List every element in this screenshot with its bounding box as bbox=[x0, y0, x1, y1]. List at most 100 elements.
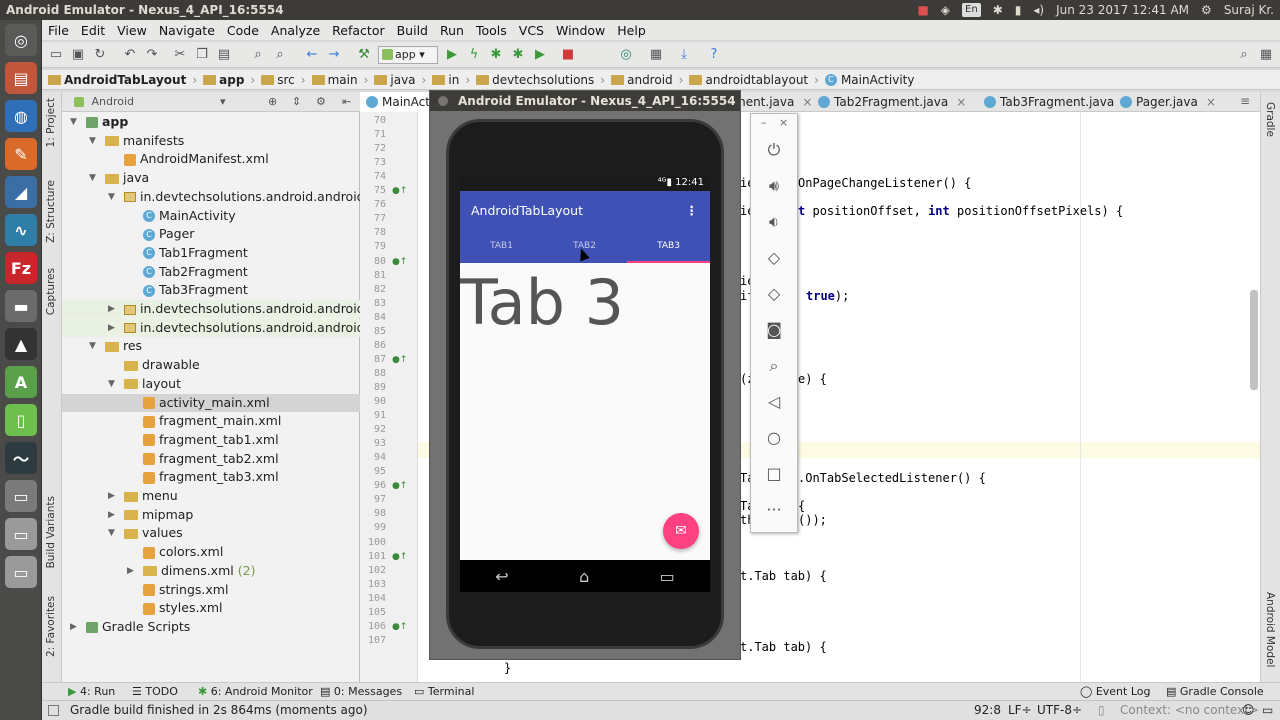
line-number[interactable]: 102 bbox=[360, 564, 386, 578]
attach-debugger-icon[interactable]: ✱ bbox=[510, 47, 526, 63]
line-number[interactable]: 97 bbox=[360, 493, 386, 507]
run-tool-tab[interactable]: ▶ 4: Run bbox=[68, 683, 115, 700]
status-message[interactable]: Gradle build finished in 2s 864ms (momen… bbox=[70, 701, 368, 720]
tree-item[interactable]: ▶ in.devtechsolutions.android.androidtabl bbox=[62, 300, 360, 318]
line-number[interactable]: 92 bbox=[360, 423, 386, 437]
line-number[interactable]: 106 bbox=[360, 620, 386, 634]
line-number[interactable]: 104 bbox=[360, 592, 386, 606]
volume-up-icon[interactable]: 🔊︎ bbox=[751, 176, 797, 196]
line-number[interactable]: 95 bbox=[360, 465, 386, 479]
project-view-selector[interactable]: Android bbox=[92, 95, 135, 108]
sdk-manager-icon[interactable]: ⤓ bbox=[676, 47, 692, 63]
undo-icon[interactable]: ↶ bbox=[122, 47, 138, 63]
breadcrumb-project[interactable]: AndroidTabLayout bbox=[48, 73, 186, 87]
system-monitor-icon[interactable]: 〜 bbox=[5, 442, 37, 474]
search-everywhere-icon[interactable]: ⌕ bbox=[1236, 47, 1252, 63]
rotate-right-icon[interactable]: ◇ bbox=[751, 284, 797, 303]
back-icon[interactable]: ◁ bbox=[751, 392, 797, 411]
tree-item[interactable]: ▶ menu bbox=[62, 487, 360, 505]
override-marker-icon[interactable]: ●↑ bbox=[392, 184, 407, 198]
line-number[interactable]: 91 bbox=[360, 409, 386, 423]
drive-icon-b[interactable]: ▭ bbox=[5, 556, 37, 588]
expand-arrow-icon[interactable]: ▼ bbox=[89, 132, 99, 150]
tab-tab3fragment[interactable]: Tab3Fragment.java× bbox=[978, 92, 1132, 112]
run-icon[interactable]: ▶ bbox=[444, 47, 460, 63]
collapse-arrow-icon[interactable]: ▶ bbox=[108, 487, 118, 505]
menu-refactor[interactable]: Refactor bbox=[326, 23, 390, 38]
close-window-icon[interactable] bbox=[438, 96, 448, 106]
line-number[interactable]: 87 bbox=[360, 353, 386, 367]
debug-icon[interactable]: ✱ bbox=[488, 47, 504, 63]
apply-changes-icon[interactable]: ϟ bbox=[466, 47, 482, 63]
ubuntu-dash-icon[interactable]: ◎ bbox=[5, 24, 37, 56]
context-indicator[interactable]: Context: <no context> bbox=[1120, 701, 1259, 720]
menu-window[interactable]: Window bbox=[550, 23, 611, 38]
tree-item[interactable]: styles.xml bbox=[62, 599, 360, 617]
tools-icon[interactable]: ✎ bbox=[5, 138, 37, 170]
run-config-dropdown[interactable]: app ▾ bbox=[378, 46, 438, 64]
line-number[interactable]: 71 bbox=[360, 128, 386, 142]
tree-item[interactable]: fragment_main.xml bbox=[62, 412, 360, 430]
collapse-arrow-icon[interactable]: ▶ bbox=[70, 618, 80, 636]
line-number[interactable]: 74 bbox=[360, 170, 386, 184]
minimize-icon[interactable]: – bbox=[761, 116, 767, 129]
redo-icon[interactable]: ↷ bbox=[144, 47, 160, 63]
android-studio-icon[interactable]: ◢ bbox=[5, 176, 37, 208]
forward-icon[interactable]: → bbox=[326, 47, 342, 63]
help-icon[interactable]: ? bbox=[706, 47, 722, 63]
line-number[interactable]: 99 bbox=[360, 521, 386, 535]
find-icon[interactable]: ⌕ bbox=[250, 47, 266, 63]
expand-arrow-icon[interactable]: ▼ bbox=[108, 188, 118, 206]
collapse-arrow-icon[interactable]: ▶ bbox=[108, 300, 118, 318]
language-indicator[interactable]: En bbox=[962, 3, 981, 17]
android-monitor-tool-tab[interactable]: ✱ 6: Android Monitor bbox=[198, 683, 313, 700]
line-number[interactable]: 94 bbox=[360, 451, 386, 465]
tree-item[interactable]: ▼ app bbox=[62, 113, 360, 131]
line-number[interactable]: 105 bbox=[360, 606, 386, 620]
android-icon[interactable]: A bbox=[5, 366, 37, 398]
line-number[interactable]: 96 bbox=[360, 479, 386, 493]
breadcrumb-android[interactable]: android bbox=[611, 73, 673, 87]
tree-item[interactable]: fragment_tab3.xml bbox=[62, 468, 360, 486]
line-number[interactable]: 86 bbox=[360, 339, 386, 353]
build-variants-tool-tab[interactable]: Build Variants bbox=[45, 496, 57, 568]
menu-tools[interactable]: Tools bbox=[470, 23, 513, 38]
editor-scrollbar-thumb[interactable] bbox=[1250, 290, 1258, 390]
emulator-window[interactable]: Android Emulator - Nexus_4_API_16:5554 ⁴… bbox=[429, 90, 741, 660]
messages-tool-tab[interactable]: ▤ 0: Messages bbox=[320, 683, 402, 700]
lock-icon[interactable]: ▯ bbox=[1098, 701, 1105, 720]
collapse-arrow-icon[interactable]: ▶ bbox=[127, 562, 137, 580]
home-key-icon[interactable]: ⌂ bbox=[579, 567, 589, 586]
tree-item[interactable]: C Pager bbox=[62, 225, 360, 243]
tree-item[interactable]: ▶ in.devtechsolutions.android.androidtabl bbox=[62, 318, 360, 337]
line-number[interactable]: 90 bbox=[360, 395, 386, 409]
hide-panel-icon[interactable]: ⇤ bbox=[342, 92, 351, 112]
project-tool-tab[interactable]: 1: Project bbox=[45, 98, 57, 147]
expand-arrow-icon[interactable]: ▼ bbox=[108, 375, 118, 393]
app-icon-b[interactable]: ▲ bbox=[5, 328, 37, 360]
tree-item[interactable]: C Tab2Fragment bbox=[62, 263, 360, 281]
status-panel-toggle-icon[interactable] bbox=[48, 705, 59, 716]
copy-icon[interactable]: ❐ bbox=[194, 47, 210, 63]
line-separator[interactable]: LF÷ bbox=[1008, 701, 1032, 720]
line-number[interactable]: 72 bbox=[360, 142, 386, 156]
inspection-icon[interactable]: ☺ bbox=[1242, 701, 1255, 720]
file-encoding[interactable]: UTF-8÷ bbox=[1037, 701, 1082, 720]
breadcrumb-src[interactable]: src bbox=[261, 73, 295, 87]
volume-down-icon[interactable]: 🔉︎ bbox=[751, 212, 797, 232]
tree-item[interactable]: strings.xml bbox=[62, 581, 360, 599]
project-structure-icon[interactable]: ▦ bbox=[648, 47, 664, 63]
files-icon[interactable]: ▤ bbox=[5, 62, 37, 94]
app-tab-1[interactable]: TAB1 bbox=[460, 231, 543, 263]
paste-icon[interactable]: ▤ bbox=[216, 47, 232, 63]
menu-help[interactable]: Help bbox=[611, 23, 652, 38]
tree-item[interactable]: ▶ dimens.xml (2) bbox=[62, 562, 360, 580]
menu-navigate[interactable]: Navigate bbox=[153, 23, 221, 38]
tree-item[interactable]: colors.xml bbox=[62, 543, 360, 561]
breadcrumb-app[interactable]: app bbox=[203, 73, 244, 87]
zoom-icon[interactable]: ⌕ bbox=[751, 356, 797, 376]
favorites-tool-tab[interactable]: 2: Favorites bbox=[45, 596, 57, 657]
line-number[interactable]: 98 bbox=[360, 507, 386, 521]
stop-icon[interactable]: ■ bbox=[560, 47, 576, 63]
caret-position[interactable]: 92:8 bbox=[974, 701, 1001, 720]
